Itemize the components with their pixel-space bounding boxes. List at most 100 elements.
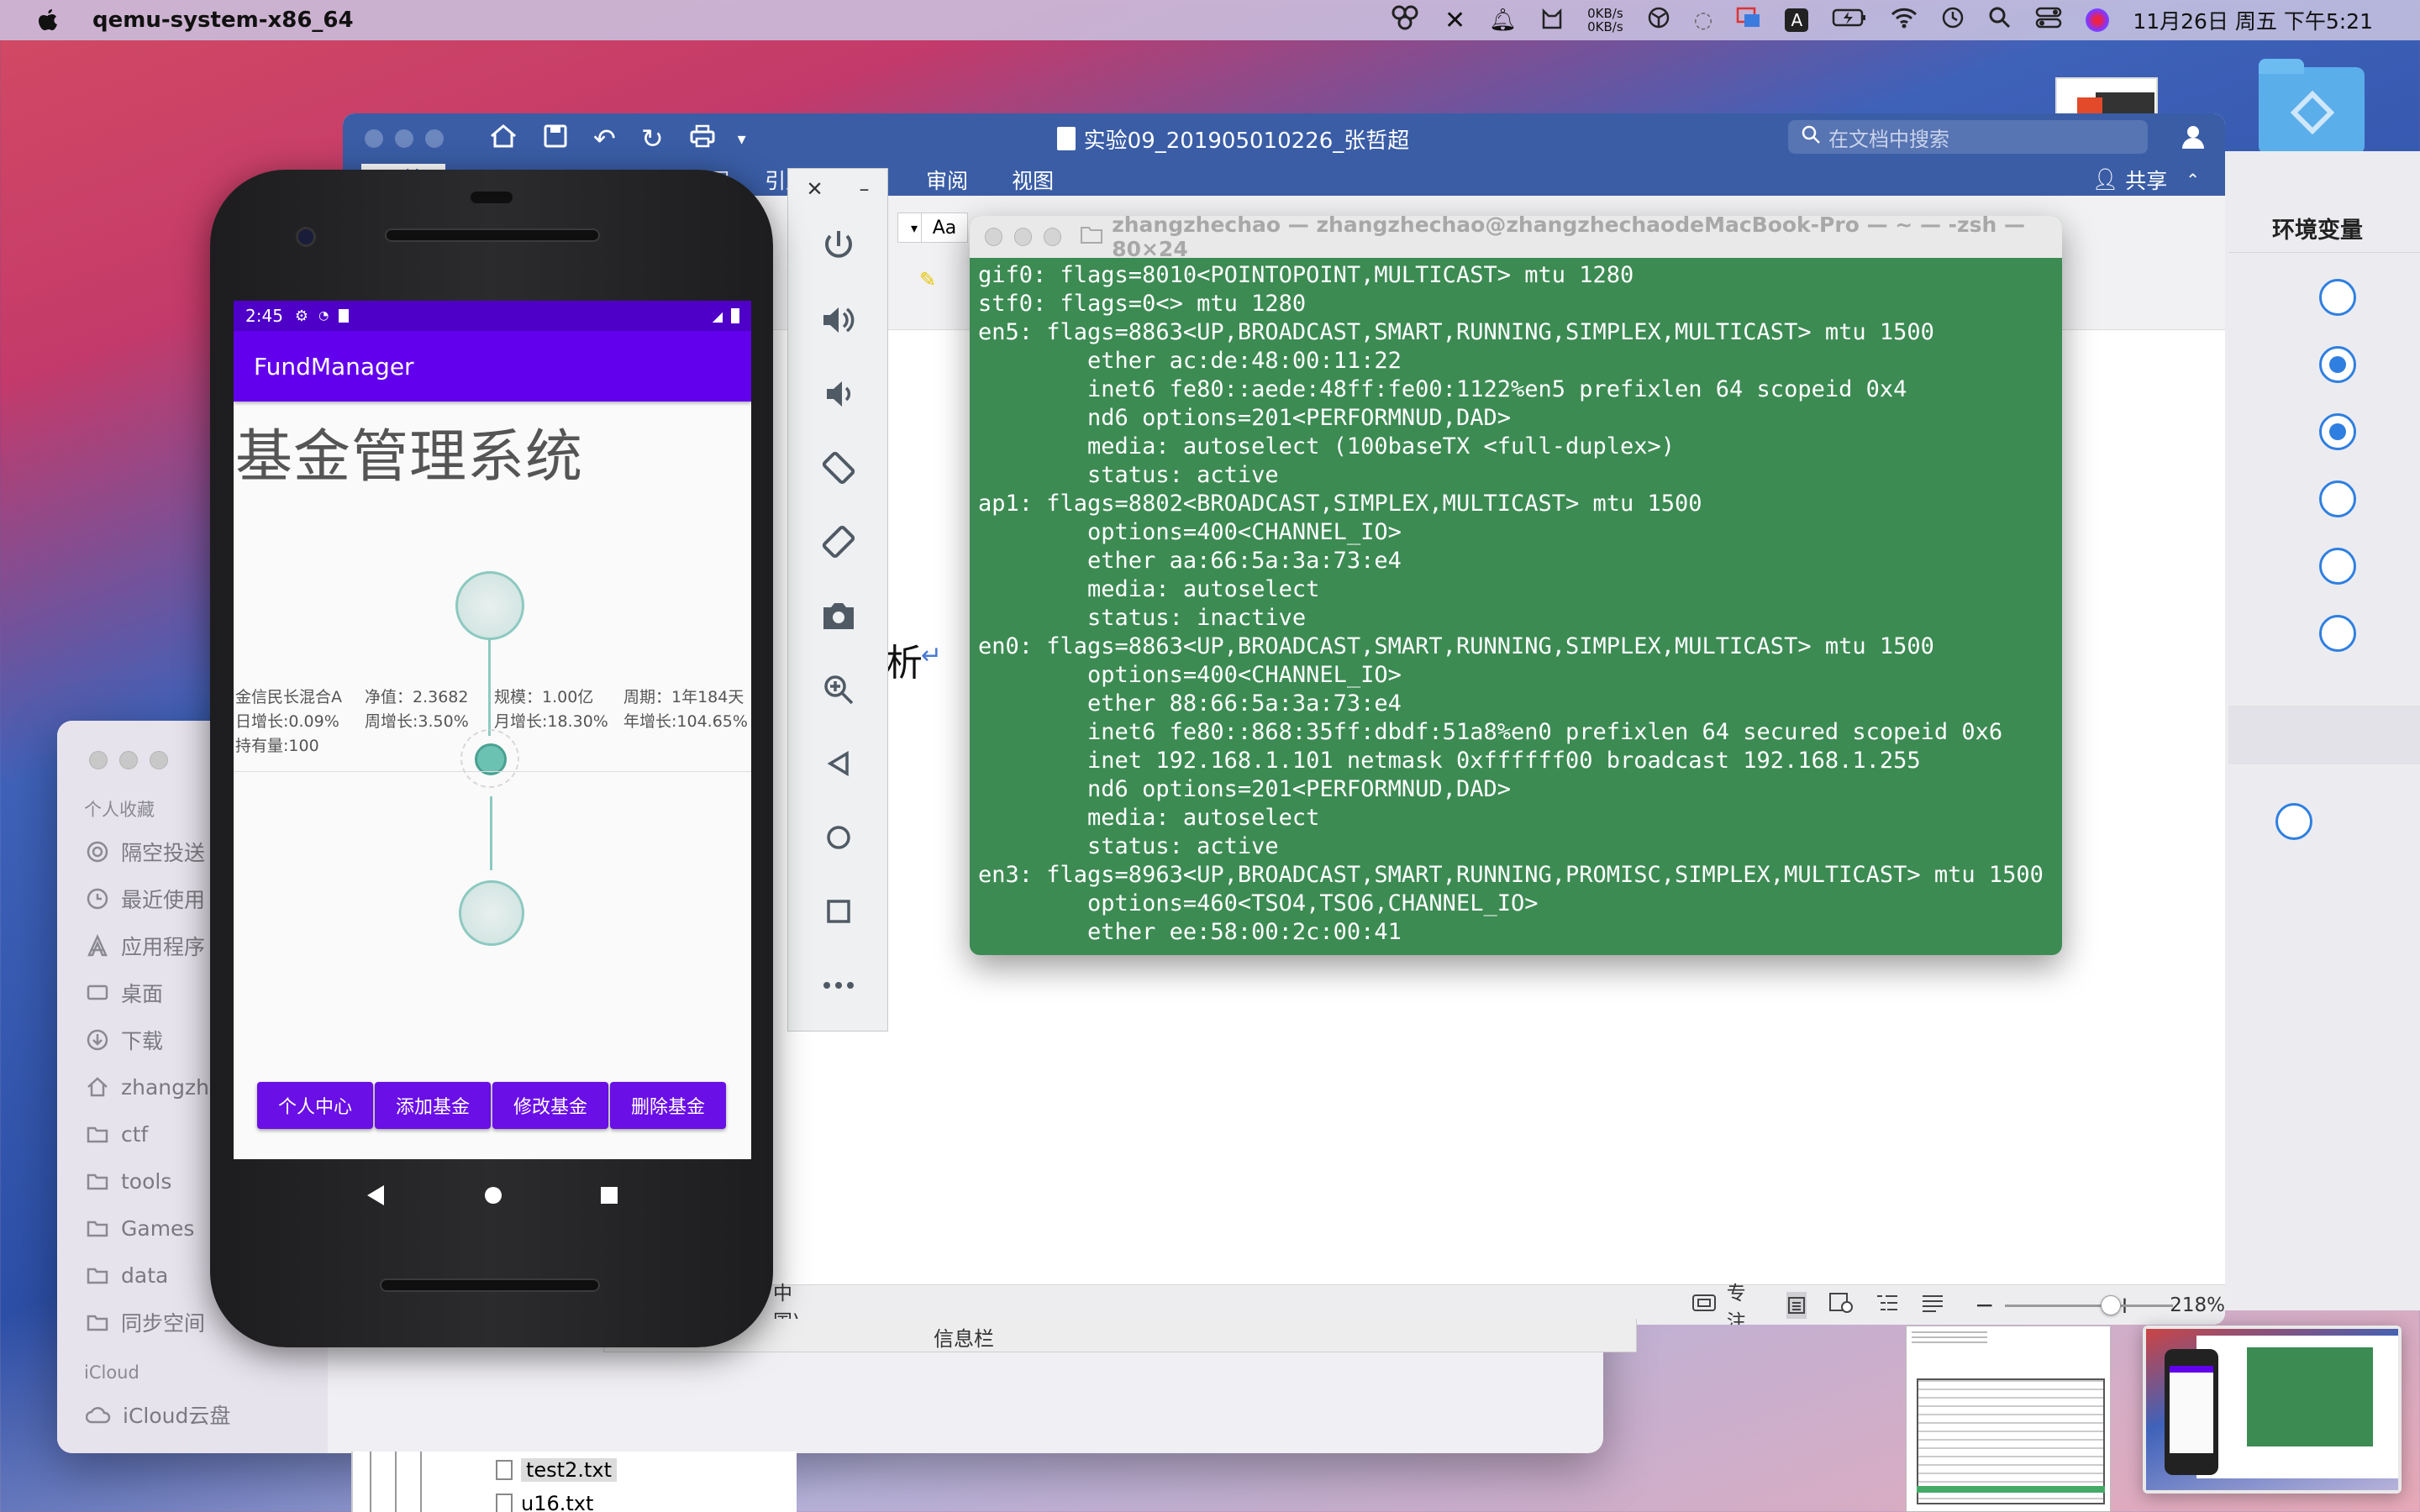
input-method-icon[interactable]: A	[1785, 8, 1809, 32]
account-icon[interactable]	[2180, 123, 2210, 158]
sidebar-item-icloud-drive[interactable]: iCloud云盘	[57, 1391, 328, 1438]
edit-fund-button[interactable]: 修改基金	[492, 1082, 608, 1129]
zoom-button[interactable]	[150, 751, 168, 769]
net-down: 0KB/s	[1587, 19, 1623, 34]
nav-home-icon[interactable]	[483, 1185, 503, 1209]
focus-label[interactable]: 专注	[1727, 1277, 1749, 1326]
x-icon[interactable]: ✕	[1444, 6, 1465, 35]
file-row[interactable]: test2.txt	[496, 1458, 618, 1482]
icloud-heading: iCloud	[84, 1362, 139, 1383]
save-icon[interactable]	[543, 123, 568, 155]
phone-camera	[296, 227, 316, 247]
draft-icon[interactable]	[1921, 1293, 1944, 1318]
add-fund-button[interactable]: 添加基金	[375, 1082, 491, 1129]
nav-recents-icon[interactable]	[599, 1185, 619, 1209]
zoom-button[interactable]	[425, 129, 444, 148]
customize-toolbar-icon[interactable]: ▾	[738, 129, 746, 149]
terminal-line: ap1: flags=8802<BROADCAST,SIMPLEX,MULTIC…	[978, 491, 1702, 517]
env-title: 环境变量	[2272, 218, 2363, 244]
file-row[interactable]: u16.txt	[496, 1492, 593, 1512]
env-radio-button[interactable]	[2319, 413, 2356, 450]
minimize-button[interactable]	[395, 129, 413, 148]
clock[interactable]: 11月26日 周五 下午5:21	[2133, 5, 2373, 35]
minimize-icon[interactable]: –	[860, 177, 870, 201]
delete-fund-button[interactable]: 删除基金	[610, 1082, 726, 1129]
tab-view[interactable]: 视图	[1012, 165, 1054, 195]
settings-icon: ⚙	[294, 307, 309, 325]
home-button[interactable]	[788, 801, 889, 874]
file-name: u16.txt	[521, 1492, 594, 1512]
app-name[interactable]: qemu-system-x86_64	[92, 8, 354, 33]
timeline-node-top[interactable]	[455, 571, 524, 640]
search-box[interactable]: 在文档中搜索	[1788, 120, 2148, 154]
apple-icon[interactable]	[37, 8, 59, 33]
nav-back-icon[interactable]	[366, 1184, 387, 1210]
outline-icon[interactable]	[1876, 1293, 1899, 1318]
env-radio-button[interactable]	[2319, 548, 2356, 585]
spotlight-icon[interactable]	[1988, 6, 2012, 34]
terminal-line: inet 192.168.1.101 netmask 0xffffff00 br…	[978, 748, 1921, 774]
zoom-out-button[interactable]: −	[1975, 1291, 1994, 1319]
rotate-right-button[interactable]	[788, 505, 889, 579]
minimize-button[interactable]	[1014, 228, 1033, 246]
undo-icon[interactable]: ↶	[593, 123, 616, 155]
screenshot-preview-thumbnail[interactable]	[2143, 1326, 2402, 1494]
zoom-button[interactable]	[1044, 228, 1062, 246]
tab-review[interactable]: 审阅	[926, 165, 968, 195]
zoom-level[interactable]: 218%	[2170, 1294, 2225, 1316]
power-button[interactable]	[788, 209, 889, 283]
share-button[interactable]: 👤︎ 共享 ⌃	[2091, 165, 2200, 195]
focus-icon[interactable]	[1691, 1293, 1717, 1318]
overview-button[interactable]	[788, 874, 889, 948]
status-language[interactable]: 中国)	[773, 1277, 801, 1326]
sidebar-item-label: data	[121, 1263, 169, 1288]
redo-icon[interactable]: ↻	[641, 123, 664, 155]
vpn-icon[interactable]	[1647, 6, 1670, 34]
print-icon[interactable]	[689, 123, 716, 155]
env-radio-button[interactable]	[2319, 615, 2356, 652]
highlight-icon[interactable]: ✎	[911, 265, 944, 295]
screen-icon[interactable]	[1736, 6, 1761, 34]
env-radio-button[interactable]	[2319, 279, 2356, 316]
print-layout-icon[interactable]	[1786, 1291, 1807, 1319]
bell-icon[interactable]: 🔔︎	[1489, 8, 1517, 33]
more-button[interactable]	[788, 948, 889, 1022]
screenshot-button[interactable]	[788, 579, 889, 653]
clock-icon	[87, 888, 108, 910]
timeline-node-bottom[interactable]	[459, 880, 524, 946]
back-button[interactable]	[788, 727, 889, 801]
zoom-slider[interactable]	[2004, 1294, 2173, 1315]
close-button[interactable]	[89, 751, 108, 769]
fund-card[interactable]: 金信民长混合A 净值：2.3682 规模：1.00亿 周期：1年184天 日增长…	[235, 685, 750, 759]
time-machine-icon[interactable]	[1941, 6, 1965, 34]
web-layout-icon[interactable]	[1828, 1292, 1854, 1319]
home-icon[interactable]	[489, 123, 518, 155]
terminal-line: inet6 fe80::868:35ff:dbdf:51a8%en0 prefi…	[978, 719, 2003, 745]
close-button[interactable]	[985, 228, 1003, 246]
env-radio-button[interactable]	[2275, 803, 2312, 840]
desktop-folder-icon[interactable]	[2259, 59, 2365, 155]
wifi-icon[interactable]	[1891, 7, 1918, 34]
battery-icon[interactable]	[1832, 8, 1867, 33]
phone-bottom-speaker	[380, 1278, 600, 1292]
sync-icon[interactable]: ◌	[1694, 8, 1713, 33]
terminal-output[interactable]: gif0: flags=8010<POINTOPOINT,MULTICAST> …	[970, 258, 2062, 947]
cat-icon[interactable]	[1540, 6, 1564, 34]
rotate-left-button[interactable]	[788, 431, 889, 505]
terminal-line: options=460<TSO4,TSO6,CHANNEL_IO>	[978, 890, 1539, 916]
change-case-icon[interactable]: Aa	[921, 213, 968, 243]
close-button[interactable]	[365, 129, 383, 148]
zoom-slider-knob[interactable]	[2100, 1294, 2121, 1315]
env-radio-button[interactable]	[2319, 346, 2356, 383]
siri-icon[interactable]	[2086, 8, 2110, 32]
zoom-button-emu[interactable]	[788, 653, 889, 727]
volume-down-button[interactable]	[788, 357, 889, 431]
env-radio-button[interactable]	[2319, 480, 2356, 517]
volume-up-button[interactable]	[788, 283, 889, 357]
control-center-icon[interactable]	[2035, 6, 2062, 34]
minimize-button[interactable]	[119, 751, 138, 769]
personal-center-button[interactable]: 个人中心	[257, 1082, 373, 1129]
extension-icon[interactable]	[1389, 5, 1421, 35]
terminal-line: ether ac:de:48:00:11:22	[978, 348, 1402, 374]
close-icon[interactable]: ✕	[806, 177, 823, 201]
